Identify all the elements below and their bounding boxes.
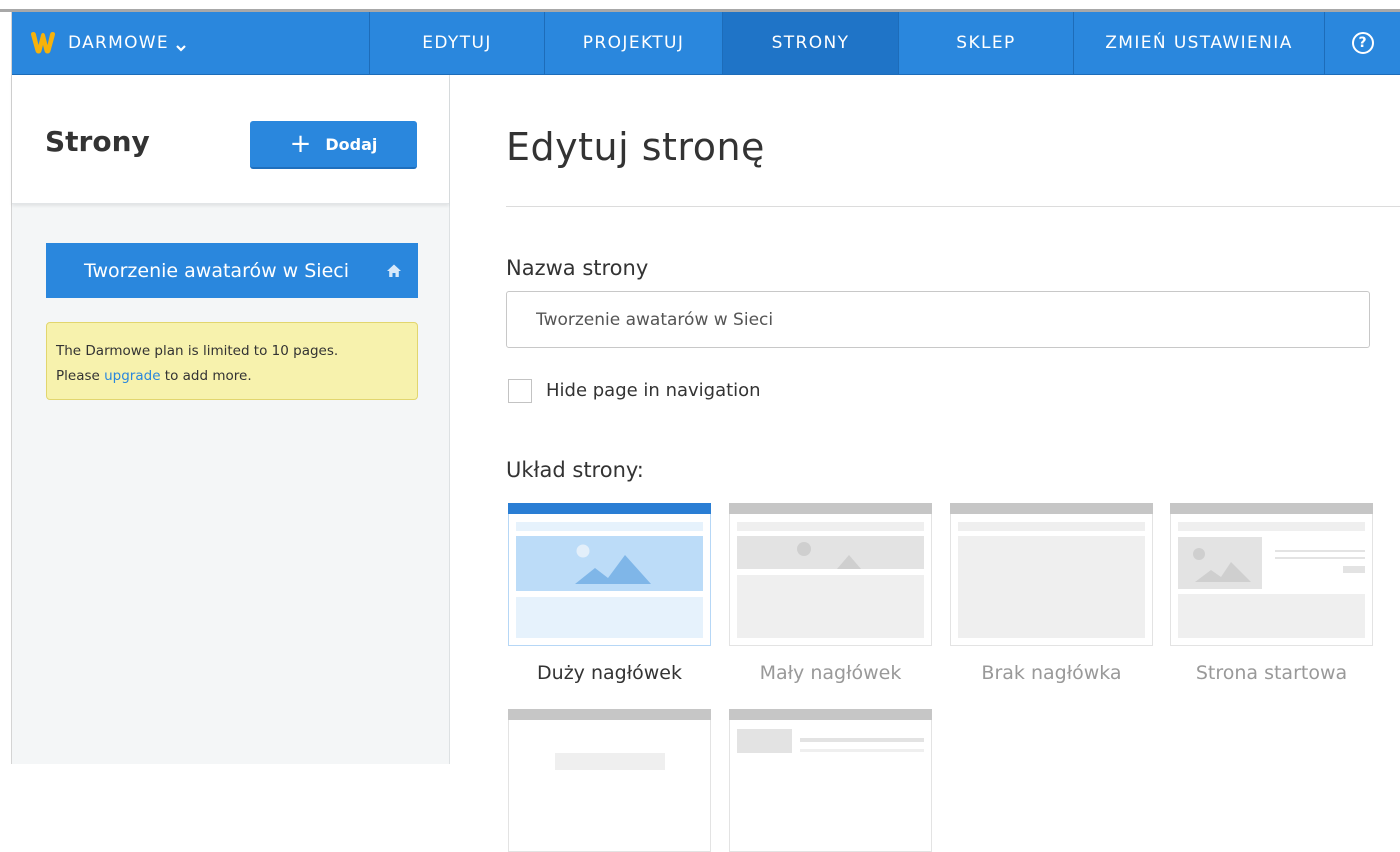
question-circle-icon: ? <box>1351 32 1374 54</box>
layout-label-small-header[interactable]: Mały nagłówek <box>729 662 932 684</box>
window-top-stripe <box>0 0 1400 12</box>
brand-label: DARMOWE <box>68 33 169 53</box>
no-header-preview-icon <box>958 522 1145 638</box>
help-button[interactable]: ? <box>1324 12 1400 74</box>
weebly-logo-icon <box>30 30 56 56</box>
add-page-button[interactable]: + Dodaj <box>250 121 417 169</box>
page-title: Edytuj stronę <box>506 125 765 169</box>
layout-label-large-header[interactable]: Duży nagłówek <box>508 662 711 684</box>
sidebar-page-item[interactable]: Tworzenie awatarów w Sieci <box>46 243 418 298</box>
layout-label: Układ strony: <box>506 458 644 482</box>
top-navbar: DARMOWE EDYTUJ PROJEKTUJ STRONY SKLEP ZM… <box>12 12 1400 75</box>
nav-sklep[interactable]: SKLEP <box>898 12 1073 74</box>
window-left-edge <box>0 12 12 764</box>
layout-5-preview-icon <box>555 753 665 770</box>
edit-page-panel: Edytuj stronę Nazwa strony Hide page in … <box>450 75 1400 852</box>
layout-tile-large-header[interactable] <box>508 503 711 646</box>
nav-zmien-ustawienia[interactable]: ZMIEŃ USTAWIENIA <box>1073 12 1324 74</box>
layout-label-landing-page[interactable]: Strona startowa <box>1170 662 1373 684</box>
pages-sidebar: Strony + Dodaj Tworzenie awatarów w Siec… <box>12 75 450 764</box>
small-header-preview-icon <box>737 522 924 638</box>
layout-tile-landing-page[interactable] <box>1170 503 1373 646</box>
page-name-label: Nazwa strony <box>506 256 649 280</box>
layout-label-no-header[interactable]: Brak nagłówka <box>950 662 1153 684</box>
sidebar-title: Strony <box>45 125 150 158</box>
page-name-input[interactable] <box>506 291 1370 348</box>
nav-strony[interactable]: STRONY <box>722 12 898 74</box>
brand-menu[interactable]: DARMOWE <box>12 12 369 74</box>
notice-line-1: The Darmowe plan is limited to 10 pages. <box>56 343 339 359</box>
notice-line-2: Please upgrade to add more. <box>56 364 417 389</box>
chevron-down-icon <box>175 38 187 52</box>
notice-text-before: Please <box>56 368 105 384</box>
nav-edytuj[interactable]: EDYTUJ <box>369 12 544 74</box>
page-item-label: Tworzenie awatarów w Sieci <box>84 259 349 282</box>
layout-tile-6[interactable] <box>729 709 932 852</box>
plus-icon: + <box>289 129 312 159</box>
layout-tile-5[interactable] <box>508 709 711 852</box>
upgrade-link[interactable]: upgrade <box>104 368 160 384</box>
large-header-preview-icon <box>516 522 703 638</box>
layout-6-preview-icon <box>737 729 924 753</box>
notice-text-after: to add more. <box>160 368 252 384</box>
add-page-label: Dodaj <box>325 134 378 154</box>
layout-tile-small-header[interactable] <box>729 503 932 646</box>
title-divider <box>506 206 1400 207</box>
layout-tile-no-header[interactable] <box>950 503 1153 646</box>
plan-limit-notice: The Darmowe plan is limited to 10 pages.… <box>46 322 418 400</box>
hide-in-navigation-label[interactable]: Hide page in navigation <box>546 380 761 401</box>
home-icon <box>386 262 402 278</box>
landing-page-preview-icon <box>1178 522 1365 638</box>
hide-in-navigation-checkbox[interactable] <box>508 379 532 403</box>
nav-projektuj[interactable]: PROJEKTUJ <box>544 12 722 74</box>
sidebar-header: Strony + Dodaj <box>12 75 449 204</box>
